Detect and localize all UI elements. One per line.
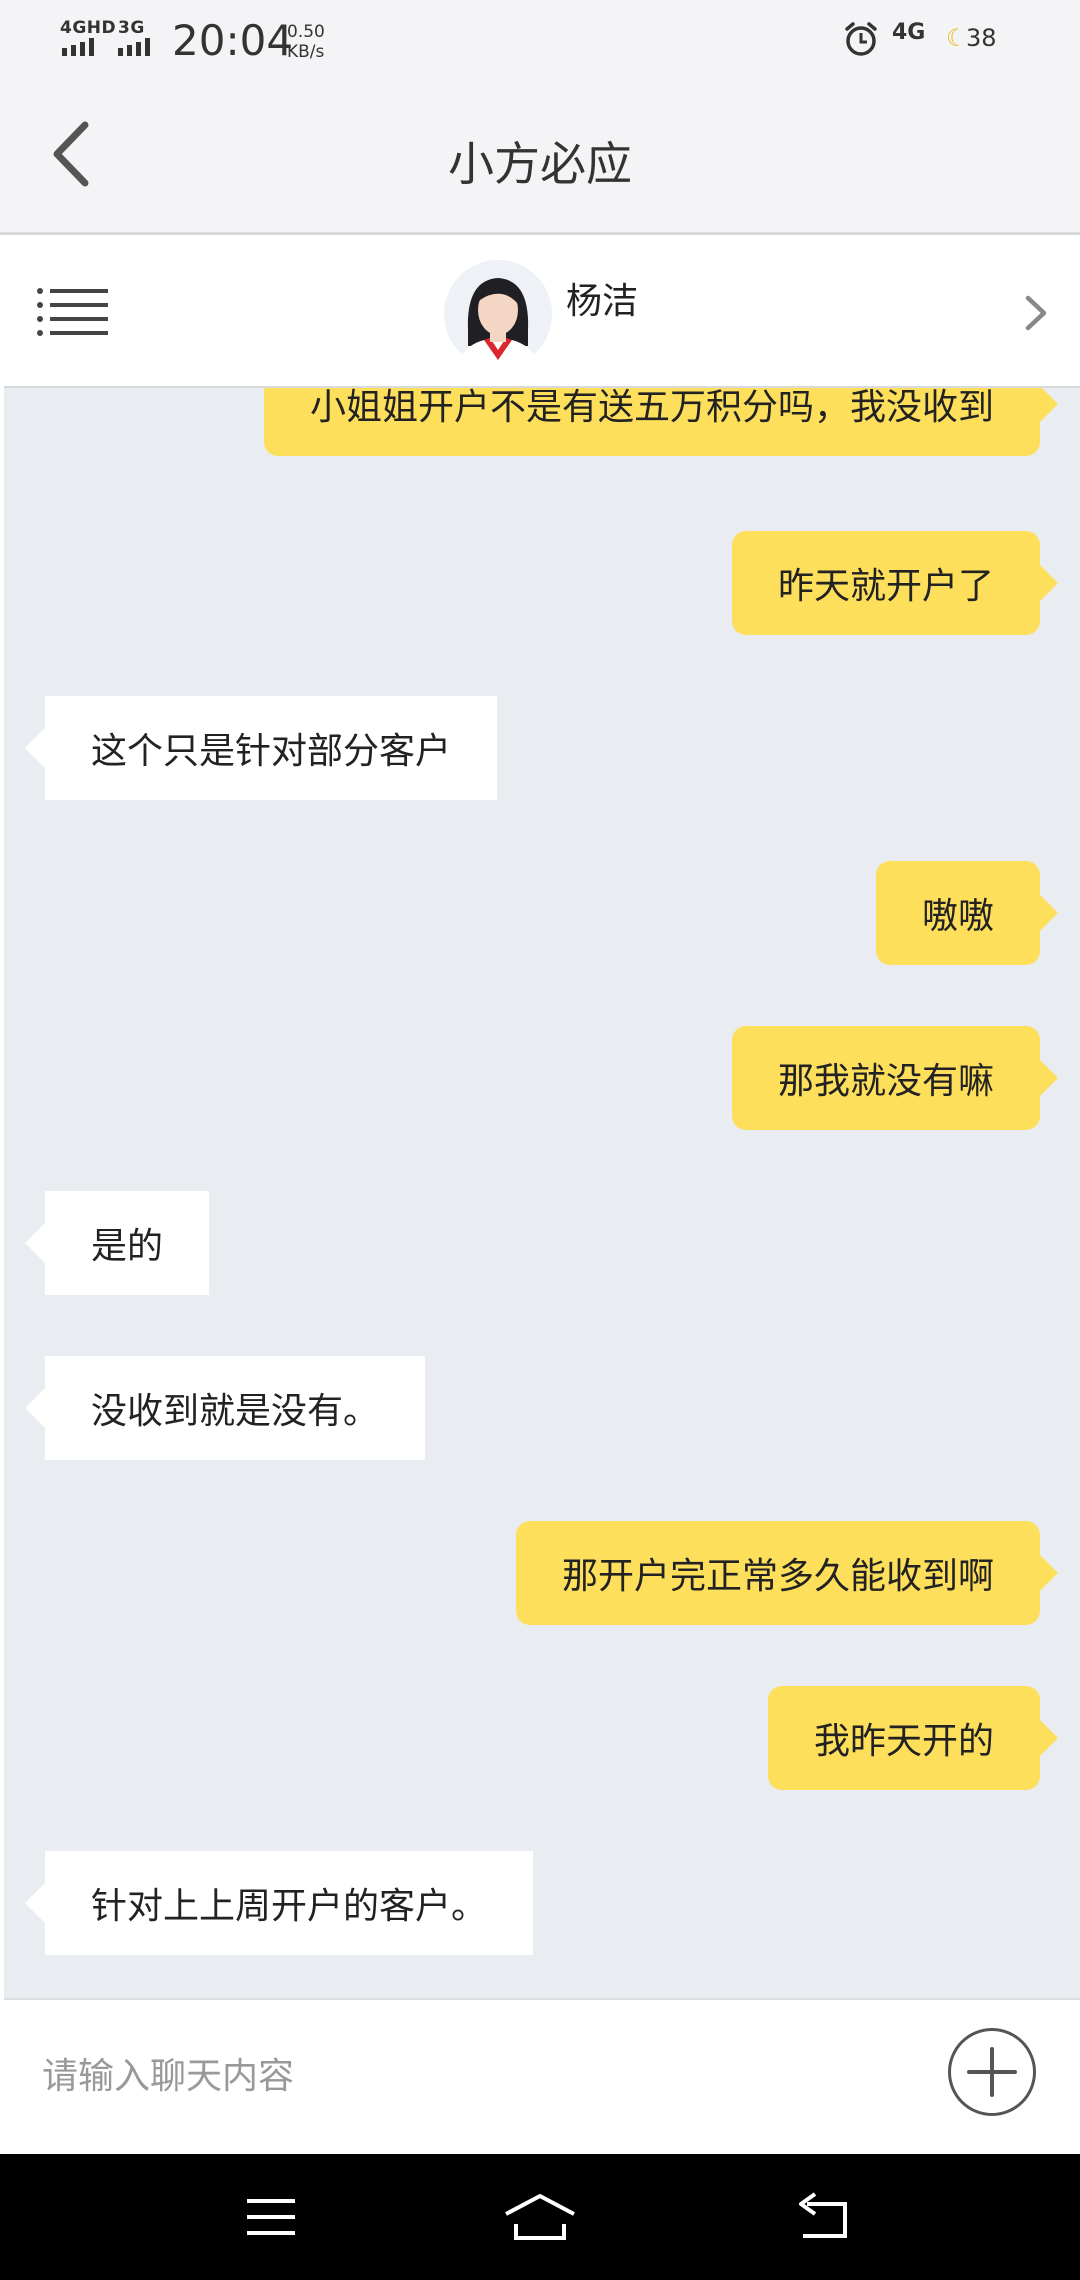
- hamburger-icon: [247, 2199, 295, 2235]
- nav-back-button[interactable]: [778, 2182, 868, 2252]
- network-speed: 0.50 KB/s: [287, 22, 325, 62]
- chevron-right-icon: [1025, 295, 1047, 331]
- system-navigation-bar: [0, 2154, 1080, 2280]
- back-arrow-icon: [799, 2192, 847, 2238]
- agent-detail-button[interactable]: [1016, 288, 1066, 338]
- mobile-data-label: 4G: [892, 20, 926, 45]
- outgoing-message[interactable]: 我昨天开的: [767, 1686, 1059, 1790]
- network-type-label-2: 3G: [118, 18, 145, 38]
- signal-strength-icon-2: [118, 38, 150, 56]
- alarm-clock-icon: [842, 20, 880, 62]
- agent-name: 杨洁: [566, 281, 639, 322]
- moon-icon: ☾: [946, 24, 968, 52]
- outgoing-message[interactable]: 昨天就开户了: [731, 531, 1059, 635]
- chat-input[interactable]: [40, 2040, 904, 2112]
- incoming-message[interactable]: 是的: [24, 1191, 210, 1295]
- message-text: 昨天就开户了: [777, 566, 994, 607]
- message-text: 那开户完正常多久能收到啊: [561, 1556, 994, 1597]
- incoming-message[interactable]: 针对上上周开户的客户。: [24, 1851, 534, 1955]
- message-text: 我昨天开的: [813, 1721, 994, 1762]
- agent-avatar[interactable]: [444, 260, 552, 368]
- network-type-label: 4GHD: [60, 18, 117, 38]
- message-composer: [4, 1998, 1080, 2154]
- menu-lines-icon: [37, 288, 108, 336]
- message-text: 是的: [91, 1226, 164, 1267]
- message-text: 这个只是针对部分客户: [91, 731, 452, 772]
- chat-message-list[interactable]: 小姐姐开户不是有送五万积分吗，我没收到 昨天就开户了 这个只是针对部分客户 嗷嗷…: [4, 388, 1080, 1998]
- outgoing-message[interactable]: 那我就没有嘛: [731, 1026, 1059, 1130]
- network-speed-value: 0.50: [287, 22, 325, 42]
- home-icon: [505, 2194, 575, 2240]
- title-bar: 小方必应: [0, 80, 1080, 235]
- message-text: 嗷嗷: [921, 896, 994, 937]
- signal-strength-icon: [62, 38, 94, 56]
- network-speed-unit: KB/s: [287, 42, 325, 62]
- battery-level: 38: [966, 24, 997, 52]
- incoming-message[interactable]: 没收到就是没有。: [24, 1356, 426, 1460]
- page-title: 小方必应: [448, 137, 632, 191]
- message-text: 没收到就是没有。: [91, 1391, 380, 1432]
- plus-icon: [967, 2047, 1017, 2097]
- add-attachment-button[interactable]: [948, 2028, 1036, 2116]
- nav-menu-button[interactable]: [226, 2182, 316, 2252]
- message-text: 针对上上周开户的客户。: [91, 1886, 488, 1927]
- nav-home-button[interactable]: [495, 2182, 585, 2252]
- message-text: 那我就没有嘛: [777, 1061, 994, 1102]
- menu-button[interactable]: [34, 281, 124, 341]
- status-bar: 4GHD 3G 20:04 0.50 KB/s 4G ☾ 38: [0, 0, 1080, 80]
- outgoing-message[interactable]: 小姐姐开户不是有送五万积分吗，我没收到: [263, 388, 1059, 456]
- message-text: 小姐姐开户不是有送五万积分吗，我没收到: [309, 388, 994, 428]
- clock-time: 20:04: [172, 16, 294, 65]
- outgoing-message[interactable]: 嗷嗷: [875, 861, 1059, 965]
- outgoing-message[interactable]: 那开户完正常多久能收到啊: [515, 1521, 1059, 1625]
- agent-header: 杨洁: [4, 236, 1080, 388]
- incoming-message[interactable]: 这个只是针对部分客户: [24, 696, 498, 800]
